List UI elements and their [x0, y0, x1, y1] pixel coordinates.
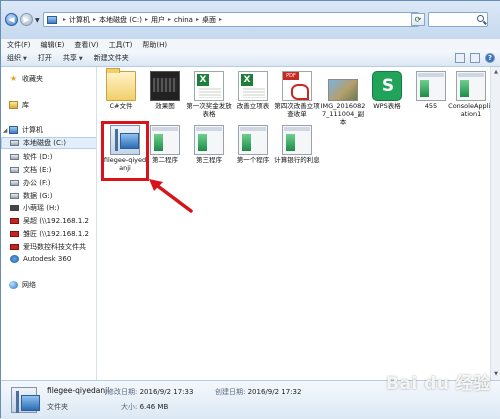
explorer-window: ◀ ▶ ▼ ▸ 计算机 ▸ 本地磁盘 (C:) ▸ 用户 ▸ china ▸ 桌…	[0, 0, 500, 419]
command-toolbar: 组织 ▼ 打开 共享 ▼ 新建文件夹 ?	[1, 50, 500, 67]
nav-network[interactable]: 网络	[1, 279, 96, 291]
file-item-improve-sheet[interactable]: 改善立项表	[230, 71, 276, 110]
nav-drive-c[interactable]: 本地磁盘 (C:)	[1, 137, 96, 149]
menu-help[interactable]: 帮助(H)	[142, 40, 167, 50]
folder-icon	[106, 68, 136, 101]
nav-autodesk[interactable]: Autodesk 360	[1, 253, 96, 265]
share-button[interactable]: 共享 ▼	[63, 53, 83, 63]
nav-drive-d[interactable]: 软件 (D:)	[1, 151, 96, 163]
nav-network-drive-2[interactable]: 雏匠 (\\192.168.1.2	[1, 228, 96, 240]
excel-icon	[194, 71, 224, 101]
chevron-down-icon: ▼	[78, 56, 83, 62]
autodesk-icon	[10, 255, 19, 263]
network-drive-icon	[10, 231, 19, 237]
star-icon: ★	[9, 74, 18, 83]
nav-library[interactable]: 库	[1, 99, 96, 111]
refresh-button[interactable]: ⟳	[411, 13, 425, 26]
drive-icon	[10, 193, 19, 199]
navigation-pane: ★ 收藏夹 库 ◢ 计算机 本地磁盘 (C:) 软件 (D:) 文档 (E:) …	[1, 67, 97, 380]
nav-network-drive-3[interactable]: 爱玛数控科技文件共	[1, 241, 96, 253]
library-icon	[9, 101, 18, 109]
network-icon	[9, 281, 18, 289]
chevron-down-icon: ▼	[23, 56, 27, 62]
breadcrumb-computer[interactable]: 计算机	[69, 15, 90, 25]
search-icon[interactable]	[477, 15, 484, 22]
help-icon[interactable]: ?	[485, 53, 495, 63]
breadcrumb-users[interactable]: 用户	[151, 15, 165, 25]
computer-icon	[47, 15, 57, 24]
scroll-down-icon[interactable]: ▼	[492, 370, 500, 379]
file-item-photo[interactable]: IMG_20160827_111004_副本	[320, 71, 366, 126]
nav-computer[interactable]: ◢ 计算机	[1, 124, 96, 136]
organize-button[interactable]: 组织 ▼	[7, 53, 27, 63]
photo-thumbnail-icon	[328, 79, 358, 101]
nav-drive-f[interactable]: 办公 (F:)	[1, 177, 96, 189]
menu-file[interactable]: 文件(F)	[7, 40, 31, 50]
file-item-csharp[interactable]: C#文件	[98, 68, 144, 110]
search-input[interactable]	[428, 12, 488, 27]
recent-pages-chevron-icon[interactable]: ▼	[35, 17, 40, 24]
file-item-program3[interactable]: 第三程序	[186, 125, 232, 164]
menu-view[interactable]: 查看(V)	[74, 40, 98, 50]
address-bar[interactable]: ▸ 计算机 ▸ 本地磁盘 (C:) ▸ 用户 ▸ china ▸ 桌面 ▸	[43, 12, 419, 27]
scroll-up-icon[interactable]: ▲	[492, 68, 500, 77]
nav-favorites[interactable]: ★ 收藏夹	[1, 73, 96, 85]
breadcrumb-china[interactable]: china	[174, 16, 193, 24]
new-folder-button[interactable]: 新建文件夹	[94, 53, 129, 63]
highlight-box	[101, 121, 149, 181]
breadcrumb-desktop[interactable]: 桌面	[202, 15, 216, 25]
file-item-pdf[interactable]: 第四次改善立项查收单	[274, 71, 320, 118]
drive-icon	[10, 180, 19, 186]
expand-arrow-icon[interactable]: ◢	[1, 127, 9, 134]
wps-icon	[372, 71, 403, 101]
view-options-icon[interactable]	[455, 53, 465, 63]
network-drive-icon	[10, 218, 19, 224]
drive-icon	[10, 140, 19, 146]
details-file-name: filegee-qiyedanji	[47, 386, 110, 395]
file-list: C#文件 效果图 第一次奖金发放表格 改善立项表 第四次改善立项查收单 IMG_…	[98, 67, 494, 380]
file-item-bank-interest[interactable]: 计算银行的利息	[274, 125, 320, 164]
filegee-app-icon	[11, 387, 40, 413]
file-item-program1[interactable]: 第一个程序	[230, 125, 276, 164]
menu-tools[interactable]: 工具(T)	[109, 40, 133, 50]
breadcrumb: ▸ 计算机 ▸ 本地磁盘 (C:) ▸ 用户 ▸ china ▸ 桌面 ▸	[63, 15, 222, 25]
application-icon	[194, 125, 224, 155]
file-item-wps[interactable]: WPS表格	[364, 71, 410, 110]
open-button[interactable]: 打开	[38, 53, 52, 63]
address-row: ◀ ▶ ▼ ▸ 计算机 ▸ 本地磁盘 (C:) ▸ 用户 ▸ china ▸ 桌…	[1, 1, 500, 39]
application-icon	[282, 125, 312, 155]
details-size: 大小: 6.46 MB	[121, 403, 169, 411]
application-icon	[416, 71, 446, 101]
forward-button[interactable]: ▶	[20, 13, 33, 26]
image-thumbnail-icon	[150, 71, 180, 101]
nav-network-drive-1[interactable]: 吴超 (\\192.168.1.2	[1, 215, 96, 227]
application-icon	[150, 125, 180, 155]
nav-drive-g[interactable]: 数据 (G:)	[1, 190, 96, 202]
details-created: 创建日期: 2016/9/2 17:32	[215, 388, 302, 396]
pdf-icon	[282, 71, 312, 101]
vertical-scrollbar[interactable]: ▲ ▼	[490, 67, 500, 380]
menu-edit[interactable]: 编辑(E)	[41, 40, 65, 50]
back-button[interactable]: ◀	[5, 13, 18, 26]
application-icon	[238, 125, 268, 155]
annotation-arrow-icon	[149, 179, 193, 213]
file-item-effects[interactable]: 效果图	[142, 71, 188, 110]
application-icon	[456, 71, 486, 101]
file-item-console-app[interactable]: ConsoleApplication1	[448, 71, 494, 118]
details-modified: 修改日期: 2016/9/2 17:33	[107, 388, 194, 396]
details-file-type: 文件夹	[47, 403, 68, 411]
network-drive-icon	[10, 244, 19, 250]
menu-bar: 文件(F) 编辑(E) 查看(V) 工具(T) 帮助(H)	[1, 39, 500, 50]
breadcrumb-drive-c[interactable]: 本地磁盘 (C:)	[99, 15, 142, 25]
baidu-watermark: Bai du 经验	[386, 374, 491, 394]
nav-drive-e[interactable]: 文档 (E:)	[1, 164, 96, 176]
drive-icon	[10, 167, 19, 173]
excel-icon	[238, 71, 268, 101]
usb-drive-icon	[10, 205, 19, 211]
computer-icon	[9, 126, 18, 134]
file-item-bonus-sheet[interactable]: 第一次奖金发放表格	[186, 71, 232, 118]
drive-icon	[10, 154, 19, 160]
preview-pane-icon[interactable]	[470, 53, 480, 63]
nav-drive-h[interactable]: 小萌瑶 (H:)	[1, 202, 96, 214]
